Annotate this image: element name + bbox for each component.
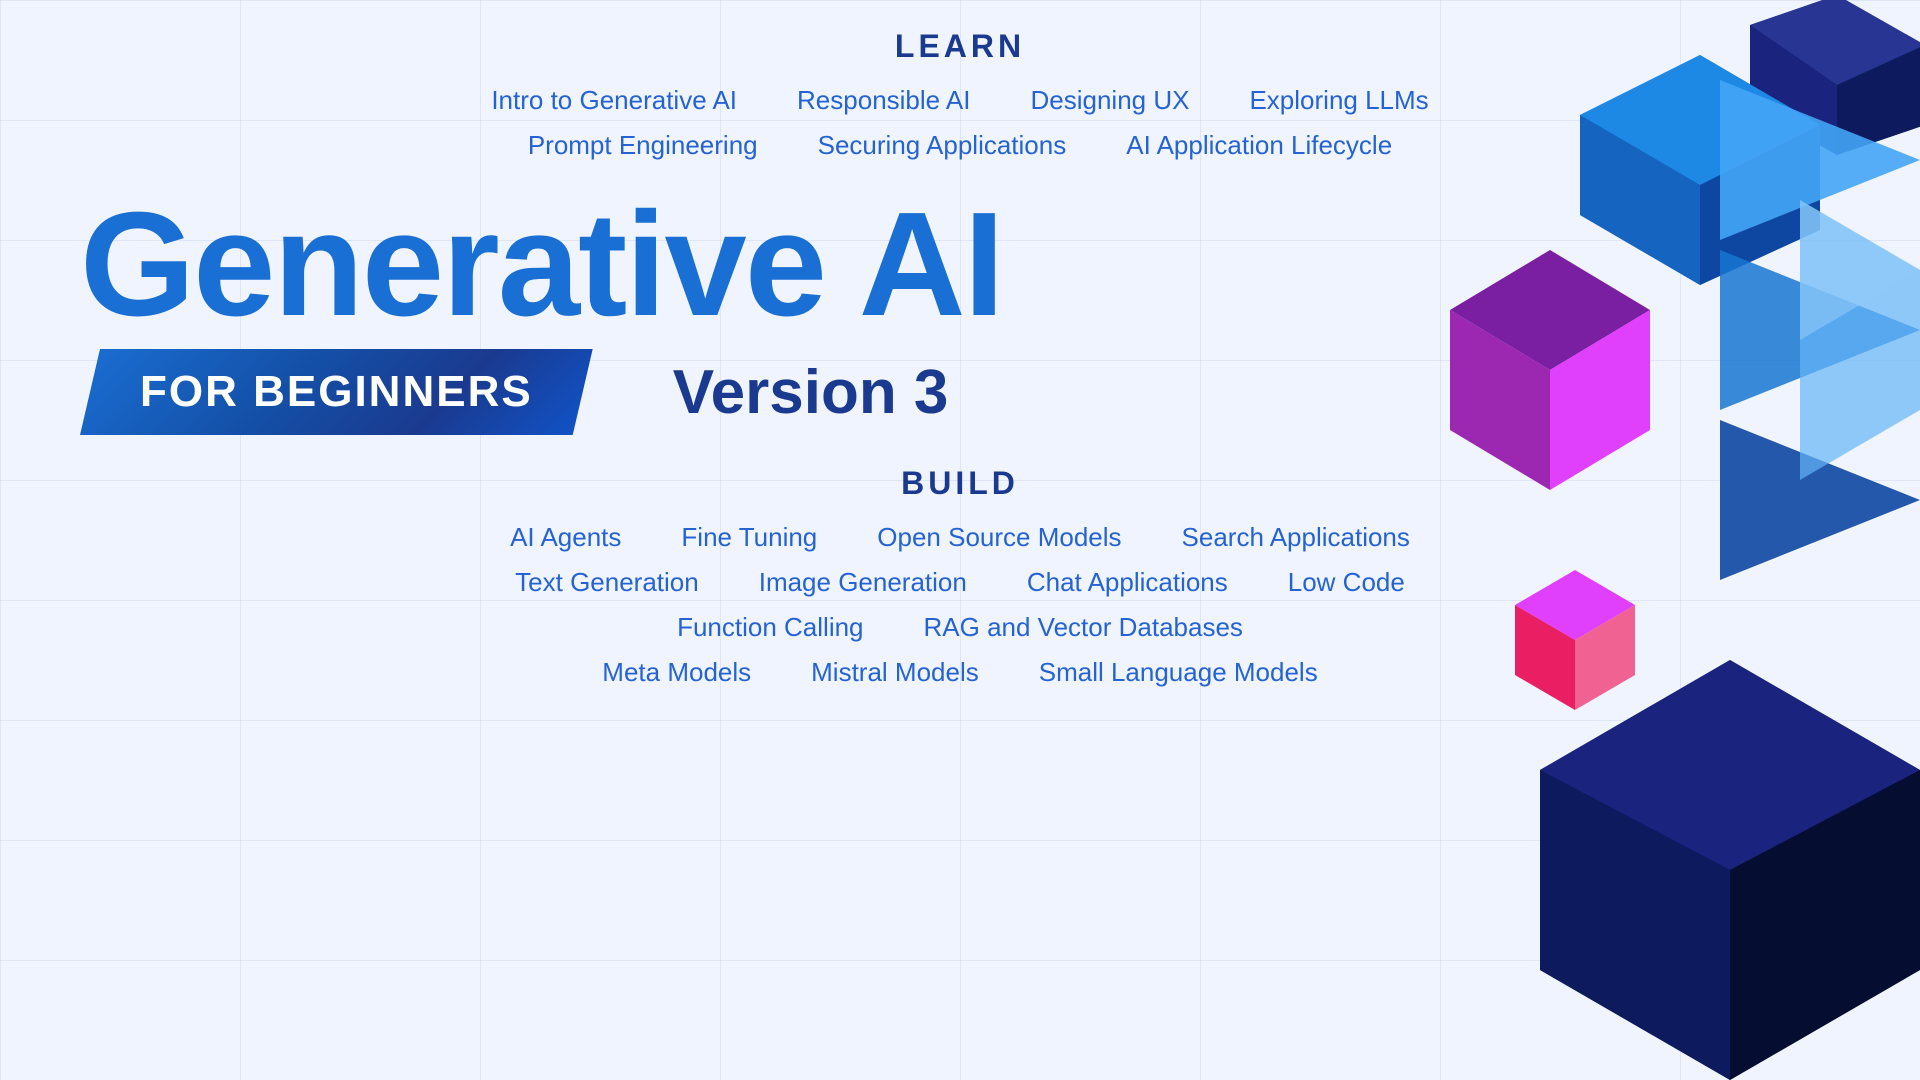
- build-row-3: Function Calling RAG and Vector Database…: [0, 612, 1920, 643]
- nav-chat-applications[interactable]: Chat Applications: [1027, 567, 1228, 598]
- nav-ai-application-lifecycle[interactable]: AI Application Lifecycle: [1126, 130, 1392, 161]
- nav-low-code[interactable]: Low Code: [1288, 567, 1405, 598]
- learn-label: LEARN: [0, 28, 1920, 65]
- build-label: BUILD: [0, 465, 1920, 502]
- nav-prompt-engineering[interactable]: Prompt Engineering: [528, 130, 758, 161]
- main-title: Generative AI: [80, 191, 1003, 339]
- nav-small-language-models[interactable]: Small Language Models: [1039, 657, 1318, 688]
- nav-ai-agents[interactable]: AI Agents: [510, 522, 621, 553]
- badge-version-row: FOR BEGINNERS Version 3: [80, 349, 948, 435]
- build-row-1: AI Agents Fine Tuning Open Source Models…: [0, 522, 1920, 553]
- nav-text-generation[interactable]: Text Generation: [515, 567, 699, 598]
- nav-fine-tuning[interactable]: Fine Tuning: [681, 522, 817, 553]
- nav-function-calling[interactable]: Function Calling: [677, 612, 863, 643]
- hero-area: Generative AI FOR BEGINNERS Version 3: [0, 191, 1920, 435]
- nav-open-source-models[interactable]: Open Source Models: [877, 522, 1121, 553]
- build-row-2: Text Generation Image Generation Chat Ap…: [0, 567, 1920, 598]
- nav-exploring-llms[interactable]: Exploring LLMs: [1249, 85, 1428, 116]
- nav-securing-applications[interactable]: Securing Applications: [818, 130, 1067, 161]
- learn-section: LEARN Intro to Generative AI Responsible…: [0, 0, 1920, 161]
- nav-responsible-ai[interactable]: Responsible AI: [797, 85, 970, 116]
- nav-image-generation[interactable]: Image Generation: [759, 567, 967, 598]
- nav-meta-models[interactable]: Meta Models: [602, 657, 751, 688]
- badge-for-beginners: FOR BEGINNERS: [80, 349, 593, 435]
- learn-row-1: Intro to Generative AI Responsible AI De…: [0, 85, 1920, 116]
- nav-intro-generative-ai[interactable]: Intro to Generative AI: [491, 85, 737, 116]
- nav-search-applications[interactable]: Search Applications: [1182, 522, 1410, 553]
- dark-navy-hex-bottom: [1540, 660, 1920, 1080]
- build-section: BUILD AI Agents Fine Tuning Open Source …: [0, 465, 1920, 688]
- nav-mistral-models[interactable]: Mistral Models: [811, 657, 979, 688]
- nav-designing-ux[interactable]: Designing UX: [1030, 85, 1189, 116]
- build-row-4: Meta Models Mistral Models Small Languag…: [0, 657, 1920, 688]
- nav-rag-vector-databases[interactable]: RAG and Vector Databases: [924, 612, 1243, 643]
- version-text: Version 3: [673, 357, 949, 428]
- learn-row-2: Prompt Engineering Securing Applications…: [0, 130, 1920, 161]
